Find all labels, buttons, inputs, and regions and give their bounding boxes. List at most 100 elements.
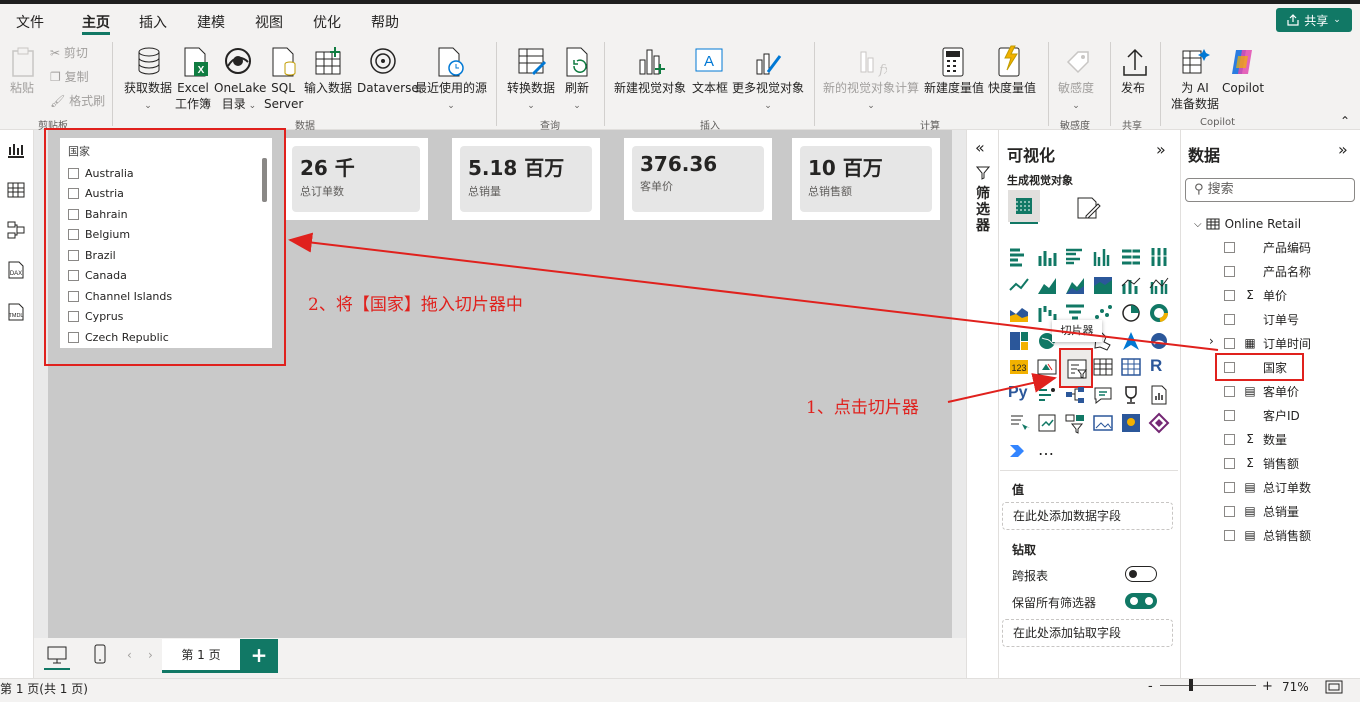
checkbox[interactable]	[1224, 505, 1235, 517]
field-order-time[interactable]: ▦ 订单时间	[1224, 333, 1311, 353]
gauge-icon[interactable]	[1148, 330, 1170, 352]
menu-help[interactable]: 帮助	[371, 12, 399, 32]
checkbox[interactable]	[1224, 313, 1235, 325]
desktop-layout-icon[interactable]	[46, 645, 68, 665]
power-automate-icon[interactable]	[1008, 440, 1030, 462]
checkbox[interactable]	[1224, 289, 1235, 301]
treemap-icon[interactable]	[1008, 330, 1030, 352]
paste-button[interactable]: 粘贴	[10, 80, 34, 96]
field-product-code[interactable]: 产品编码	[1224, 237, 1311, 257]
sql-server-button[interactable]: SQL Server	[264, 80, 303, 112]
line-chart-icon[interactable]	[1008, 274, 1030, 296]
values-field-well[interactable]: 在此处添加数据字段	[1002, 502, 1173, 530]
table-online-retail[interactable]: ⌵ Online Retail	[1194, 214, 1301, 234]
field-total-orders[interactable]: ▤ 总订单数	[1224, 477, 1311, 497]
decomposition-tree-icon[interactable]	[1064, 384, 1086, 406]
dax-query-view-icon[interactable]: DAX	[6, 260, 26, 280]
prepare-data-ai-button[interactable]: 为 AI 准备数据	[1170, 80, 1220, 112]
zoom-slider-thumb[interactable]	[1189, 679, 1193, 691]
checkbox[interactable]	[1224, 529, 1235, 541]
transform-data-button[interactable]: 转换数据 ⌄	[504, 80, 558, 114]
get-data-button[interactable]: 获取数据 ⌄	[122, 80, 174, 114]
scroll-right-icon[interactable]: ›	[148, 648, 153, 662]
field-total-quantity[interactable]: ▤ 总销量	[1224, 501, 1299, 521]
new-visual-calc-button[interactable]: 新的视觉对象计算 ⌄	[822, 80, 920, 114]
expand-filters-icon[interactable]: «	[975, 138, 985, 157]
format-visual-icon[interactable]	[1074, 194, 1102, 222]
clustered-column-chart-icon[interactable]	[1092, 246, 1114, 268]
menu-optimize[interactable]: 优化	[313, 12, 341, 32]
more-visuals-ellipsis[interactable]: …	[1038, 440, 1060, 462]
collapse-ribbon-icon[interactable]: ⌃	[1340, 114, 1350, 128]
zoom-in-button[interactable]: +	[1262, 679, 1273, 694]
field-unit-price[interactable]: Σ 单价	[1224, 285, 1287, 305]
stacked-bar-chart-icon[interactable]	[1008, 246, 1030, 268]
field-customer-id[interactable]: 客户ID	[1224, 405, 1300, 425]
model-view-icon[interactable]	[6, 220, 26, 240]
publish-button[interactable]: 发布	[1121, 80, 1145, 96]
quick-measure-button[interactable]: 快度量值	[988, 80, 1036, 96]
key-influencers-icon[interactable]	[1036, 384, 1058, 406]
python-visual-icon[interactable]: Py	[1008, 384, 1030, 406]
field-avg-order-value[interactable]: ▤ 客单价	[1224, 381, 1299, 401]
more-visuals-button[interactable]: 更多视觉对象 ⌄	[731, 80, 805, 114]
area-chart-icon[interactable]	[1036, 274, 1058, 296]
kpi-card-avg-order-value[interactable]: 376.36 客单价	[624, 138, 772, 220]
donut-chart-icon[interactable]	[1148, 302, 1170, 324]
slicer-visual-button[interactable]	[1059, 348, 1093, 388]
azure-maps-poi-icon[interactable]	[1120, 412, 1142, 434]
menu-file[interactable]: 文件	[16, 12, 44, 32]
copy-button[interactable]: ❐ 复制	[50, 69, 89, 85]
kpi-card-total-orders[interactable]: 26 千 总订单数	[284, 138, 428, 220]
100-stacked-bar-chart-icon[interactable]	[1120, 246, 1142, 268]
menu-modeling[interactable]: 建模	[197, 12, 225, 32]
new-visual-button[interactable]: 新建视觉对象	[614, 80, 686, 96]
table-view-icon[interactable]	[6, 180, 26, 200]
format-painter-button[interactable]: 🖌 格式刷	[50, 93, 105, 109]
excel-workbook-button[interactable]: Excel 工作簿	[174, 80, 212, 112]
stacked-area-chart-icon[interactable]	[1064, 274, 1086, 296]
field-quantity[interactable]: Σ 数量	[1224, 429, 1287, 449]
collapse-data-pane-icon[interactable]: »	[1338, 140, 1348, 159]
kpi-card-total-quantity[interactable]: 5.18 百万 总销量	[452, 138, 600, 220]
pie-chart-icon[interactable]	[1120, 302, 1142, 324]
checkbox[interactable]	[1224, 241, 1235, 253]
100-stacked-column-chart-icon[interactable]	[1148, 246, 1170, 268]
smart-narrative-icon[interactable]	[1008, 412, 1030, 434]
share-button[interactable]: 共享 ⌄	[1276, 8, 1352, 32]
collapse-viz-pane-icon[interactable]: »	[1156, 140, 1166, 159]
checkbox[interactable]	[1224, 337, 1235, 349]
line-and-stacked-column-chart-icon[interactable]	[1120, 274, 1142, 296]
build-visual-tab[interactable]	[1008, 190, 1040, 222]
field-total-sales[interactable]: ▤ 总销售额	[1224, 525, 1311, 545]
chevron-right-icon[interactable]: ›	[1209, 334, 1214, 348]
matrix-icon[interactable]	[1120, 356, 1142, 378]
data-search-input[interactable]: ⚲ 搜索	[1185, 178, 1355, 202]
checkbox[interactable]	[1224, 481, 1235, 493]
dataverse-button[interactable]: Dataverse	[357, 80, 419, 96]
checkbox[interactable]	[1224, 385, 1235, 397]
report-view-icon[interactable]	[6, 140, 26, 160]
add-page-button[interactable]: +	[240, 639, 278, 673]
drillthrough-field-well[interactable]: 在此处添加钻取字段	[1002, 619, 1173, 647]
zoom-slider[interactable]	[1160, 685, 1256, 686]
fit-to-page-icon[interactable]	[1325, 680, 1343, 694]
keep-all-filters-toggle[interactable]	[1125, 593, 1157, 609]
clustered-bar-chart-icon[interactable]	[1064, 246, 1086, 268]
copilot-button[interactable]: Copilot	[1222, 80, 1264, 96]
field-order-id[interactable]: 订单号	[1224, 309, 1299, 329]
checkbox[interactable]	[1224, 409, 1235, 421]
menu-home[interactable]: 主页	[82, 12, 110, 32]
goals-icon[interactable]	[1120, 384, 1142, 406]
cut-button[interactable]: ✂ 剪切	[50, 45, 88, 61]
zoom-out-button[interactable]: -	[1148, 679, 1153, 694]
tmdl-view-icon[interactable]: TMDL	[6, 302, 26, 322]
kpi-card-total-sales[interactable]: 10 百万 总销售额	[792, 138, 940, 220]
card-icon[interactable]: 123	[1008, 356, 1030, 378]
image-visual-icon[interactable]	[1092, 412, 1114, 434]
text-box-button[interactable]: 文本框	[692, 80, 728, 96]
button-slicer-icon[interactable]	[1064, 412, 1086, 434]
cross-report-toggle[interactable]	[1125, 566, 1157, 582]
sensitivity-button[interactable]: 敏感度 ⌄	[1057, 80, 1095, 114]
qa-icon[interactable]	[1092, 384, 1114, 406]
